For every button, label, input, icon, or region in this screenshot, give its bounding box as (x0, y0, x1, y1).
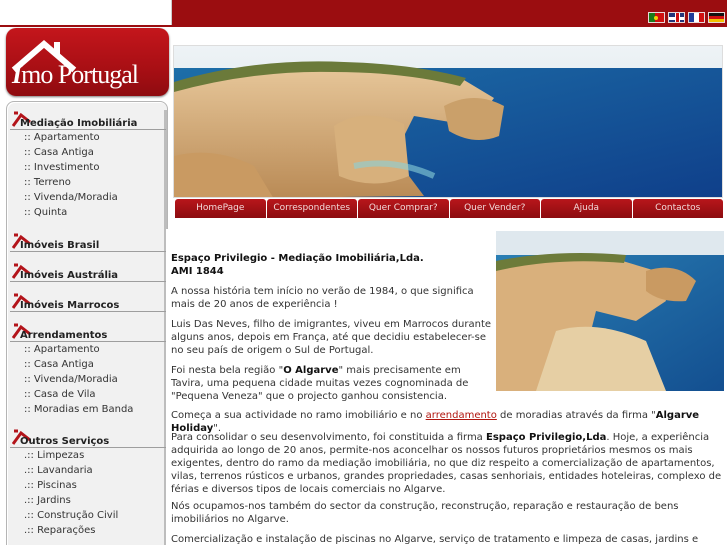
menu-item[interactable]: .:: Lavandaria (10, 463, 166, 478)
menu-item[interactable]: :: Casa Antiga (10, 357, 166, 372)
sidebar: Imo Portugal Mediação Imobiliária :: Apa… (0, 27, 172, 545)
section-header[interactable]: Arrendamentos (10, 322, 166, 342)
menu-section-australia: Imóveis Austrália (10, 262, 166, 282)
paragraph-founder: Luis Das Neves, filho de imigrantes, viv… (171, 319, 492, 356)
menu-item[interactable]: :: Investimento (10, 160, 166, 175)
menu-section-mediacao: Mediação Imobiliária :: Apartamento :: C… (10, 110, 166, 220)
menu-item[interactable]: :: Vivenda/Moradia (10, 372, 166, 387)
tab-ajuda[interactable]: Ajuda (541, 199, 632, 218)
coastline-banner-image (173, 45, 723, 198)
section-title: Arrendamentos (20, 330, 108, 341)
section-header[interactable]: Outros Serviços (10, 428, 166, 448)
menu-section-brasil: Imóveis Brasil (10, 232, 166, 252)
company-title: Espaço Privilegio - Mediação Imobiliária… (171, 253, 424, 264)
french-flag-icon[interactable] (688, 12, 705, 23)
tab-homepage[interactable]: HomePage (175, 199, 266, 218)
section-title: Outros Serviços (20, 436, 110, 447)
site-logo[interactable]: Imo Portugal (6, 28, 169, 96)
section-header[interactable]: Imóveis Austrália (10, 262, 166, 282)
section-title: Mediação Imobiliária (20, 118, 138, 129)
menu-section-outros-servicos: Outros Serviços .:: Limpezas .:: Lavanda… (10, 428, 166, 538)
tab-quer-vender[interactable]: Quer Vender? (449, 199, 540, 218)
menu-item[interactable]: :: Vivenda/Moradia (10, 190, 166, 205)
menu-item[interactable]: .:: Jardins (10, 493, 166, 508)
paragraph-consolidation: Para consolidar o seu desenvolvimento, f… (171, 432, 722, 495)
menu-item[interactable]: .:: Construção Civil (10, 508, 166, 523)
main-nav-tabs: HomePage Correspondentes Quer Comprar? Q… (175, 199, 723, 218)
top-bar (0, 0, 727, 27)
menu-item[interactable]: .:: Limpezas (10, 448, 166, 463)
section-header[interactable]: Imóveis Marrocos (10, 292, 166, 312)
section-header[interactable]: Imóveis Brasil (10, 232, 166, 252)
menu-item[interactable]: :: Casa de Vila (10, 387, 166, 402)
section-title: Imóveis Austrália (20, 270, 119, 281)
side-menu: Mediação Imobiliária :: Apartamento :: C… (6, 101, 168, 545)
paragraph-history: A nossa história tem início no verão de … (171, 286, 474, 310)
portuguese-flag-icon[interactable] (648, 12, 665, 23)
arrendamento-link[interactable]: arrendamento (426, 410, 497, 421)
section-title: Imóveis Brasil (20, 240, 100, 251)
menu-item[interactable]: :: Apartamento (10, 342, 166, 357)
paragraph-construction: Nós ocupamos-nos também do sector da con… (171, 501, 679, 525)
section-title: Imóveis Marrocos (20, 300, 120, 311)
menu-item[interactable]: .:: Reparações (10, 523, 166, 538)
tab-correspondentes[interactable]: Correspondentes (266, 199, 357, 218)
english-flag-icon[interactable] (668, 12, 685, 23)
menu-item[interactable]: :: Terreno (10, 175, 166, 190)
tab-contactos[interactable]: Contactos (632, 199, 723, 218)
ami-number: AMI 1844 (171, 266, 224, 277)
top-bar-blank-area (0, 0, 172, 25)
menu-section-marrocos: Imóveis Marrocos (10, 292, 166, 312)
paragraph-pools: Comercialização e instalação de piscinas… (171, 534, 699, 545)
menu-item[interactable]: :: Casa Antiga (10, 145, 166, 160)
menu-item[interactable]: :: Quinta (10, 205, 166, 220)
language-selector (648, 12, 725, 23)
paragraph-algarve: Foi nesta bela região "O Algarve" mais p… (171, 365, 469, 402)
german-flag-icon[interactable] (708, 12, 725, 23)
menu-item[interactable]: :: Moradias em Banda (10, 402, 166, 417)
tab-quer-comprar[interactable]: Quer Comprar? (358, 199, 449, 218)
menu-item[interactable]: :: Apartamento (10, 130, 166, 145)
coastline-photo (496, 231, 724, 391)
menu-section-arrendamentos: Arrendamentos :: Apartamento :: Casa Ant… (10, 322, 166, 417)
logo-text: Imo Portugal (12, 60, 139, 89)
menu-item[interactable]: .:: Piscinas (10, 478, 166, 493)
main-content: Espaço Privilegio - Mediação Imobiliária… (166, 229, 727, 545)
section-header[interactable]: Mediação Imobiliária (10, 110, 166, 130)
